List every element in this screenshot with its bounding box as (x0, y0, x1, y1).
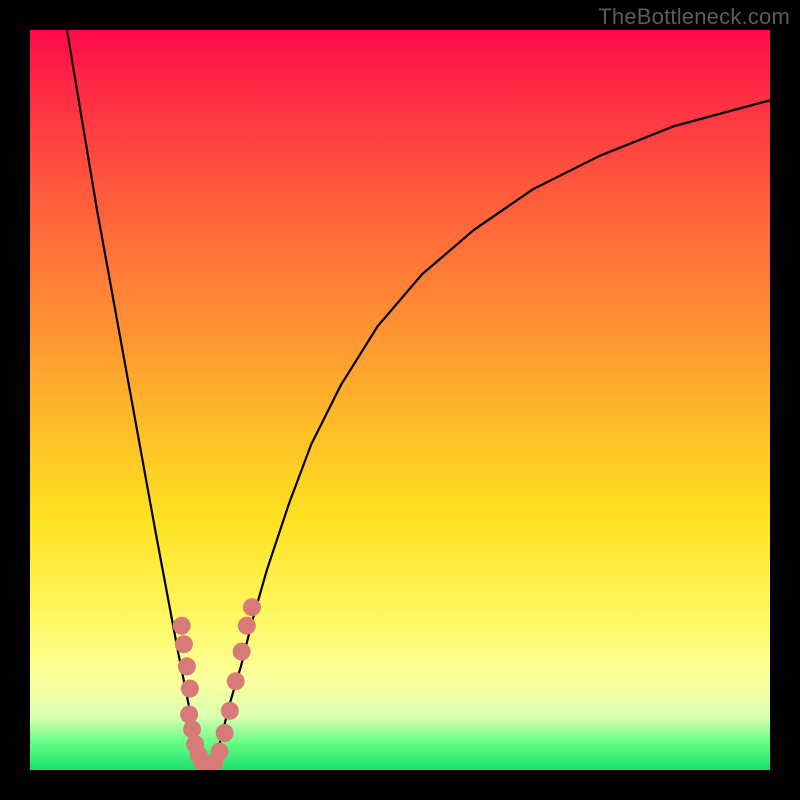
watermark-text: TheBottleneck.com (598, 4, 790, 30)
chart-svg (30, 30, 770, 770)
data-marker (233, 643, 251, 661)
marker-group (173, 598, 261, 770)
data-marker (183, 720, 201, 738)
data-marker (216, 724, 234, 742)
data-marker (175, 635, 193, 653)
curve-right-group (211, 100, 770, 770)
plot-area (30, 30, 770, 770)
chart-frame: TheBottleneck.com (0, 0, 800, 800)
data-marker (178, 657, 196, 675)
data-marker (238, 617, 256, 635)
data-marker (227, 672, 245, 690)
data-marker (221, 702, 239, 720)
curve-right (211, 100, 770, 770)
data-marker (210, 743, 228, 761)
data-marker (173, 617, 191, 635)
data-marker (180, 706, 198, 724)
data-marker (243, 598, 261, 616)
data-marker (181, 680, 199, 698)
